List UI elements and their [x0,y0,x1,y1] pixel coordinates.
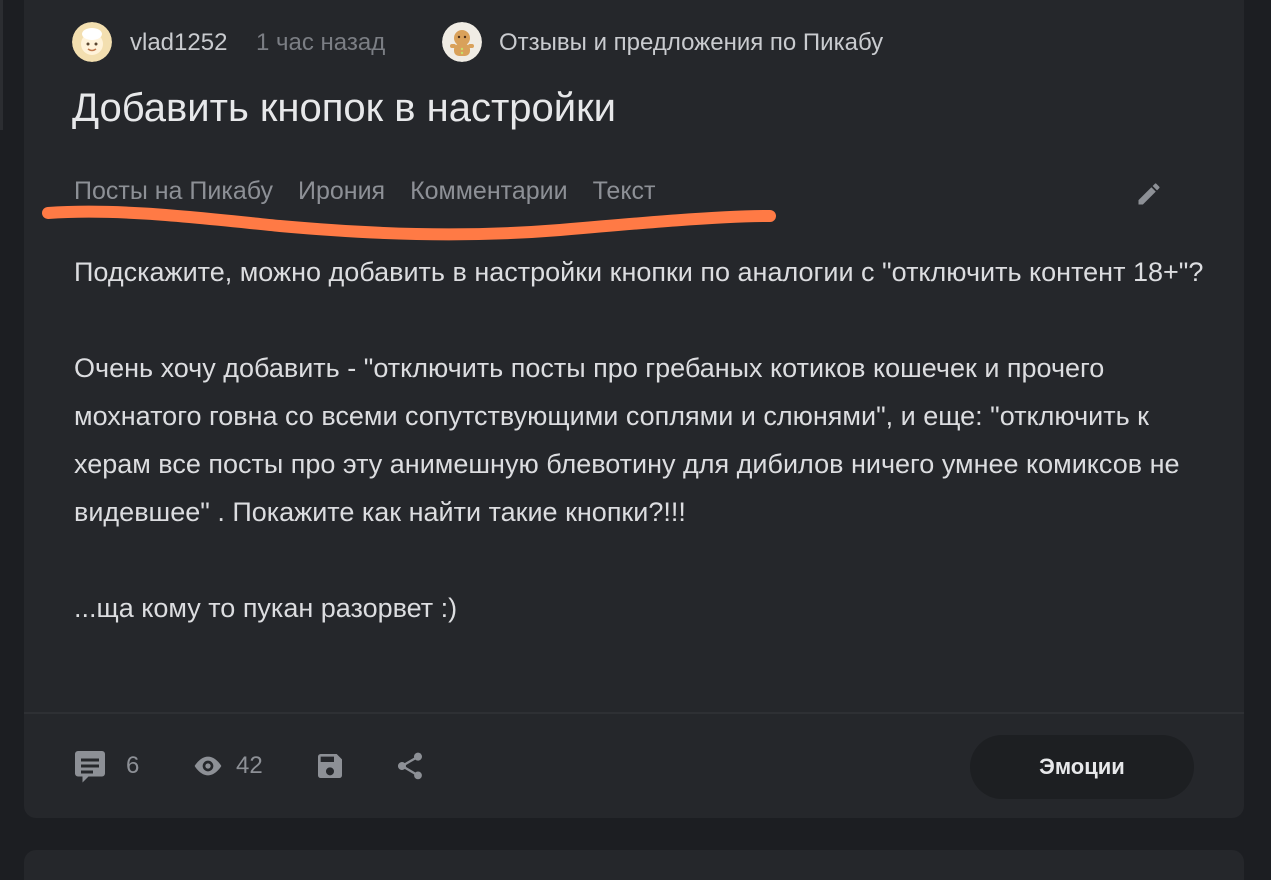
post-title[interactable]: Добавить кнопок в настройки [72,86,616,131]
community-name[interactable]: Отзывы и предложения по Пикабу [499,29,883,57]
post-body: Подскажите, можно добавить в настройки к… [74,248,1204,632]
divider [24,712,1244,714]
share-button[interactable] [394,750,426,782]
eye-icon [194,756,222,776]
user-avatar[interactable] [72,22,112,62]
comments-count: 6 [126,752,140,779]
pencil-icon[interactable] [1135,180,1163,208]
emotions-button[interactable]: Эмоции [970,735,1194,799]
body-paragraph: ...ща кому то пукан разорвет :) [74,593,458,623]
save-button[interactable] [314,750,346,782]
community-avatar[interactable] [442,22,482,62]
share-icon [397,752,422,780]
highlight-underline [42,205,776,241]
views-count: 42 [236,752,263,779]
post-time: 1 час назад [256,29,386,56]
views-counter: 42 [190,750,263,782]
next-card-edge [24,850,1244,880]
comment-icon [75,751,105,783]
comments-button[interactable]: 6 [72,748,139,784]
body-paragraph: Очень хочу добавить - "отключить посты п… [74,353,1180,527]
left-edge [0,0,3,130]
author-name[interactable]: vlad1252 [130,29,227,57]
body-paragraph: Подскажите, можно добавить в настройки к… [74,257,1204,287]
save-icon [318,754,342,778]
